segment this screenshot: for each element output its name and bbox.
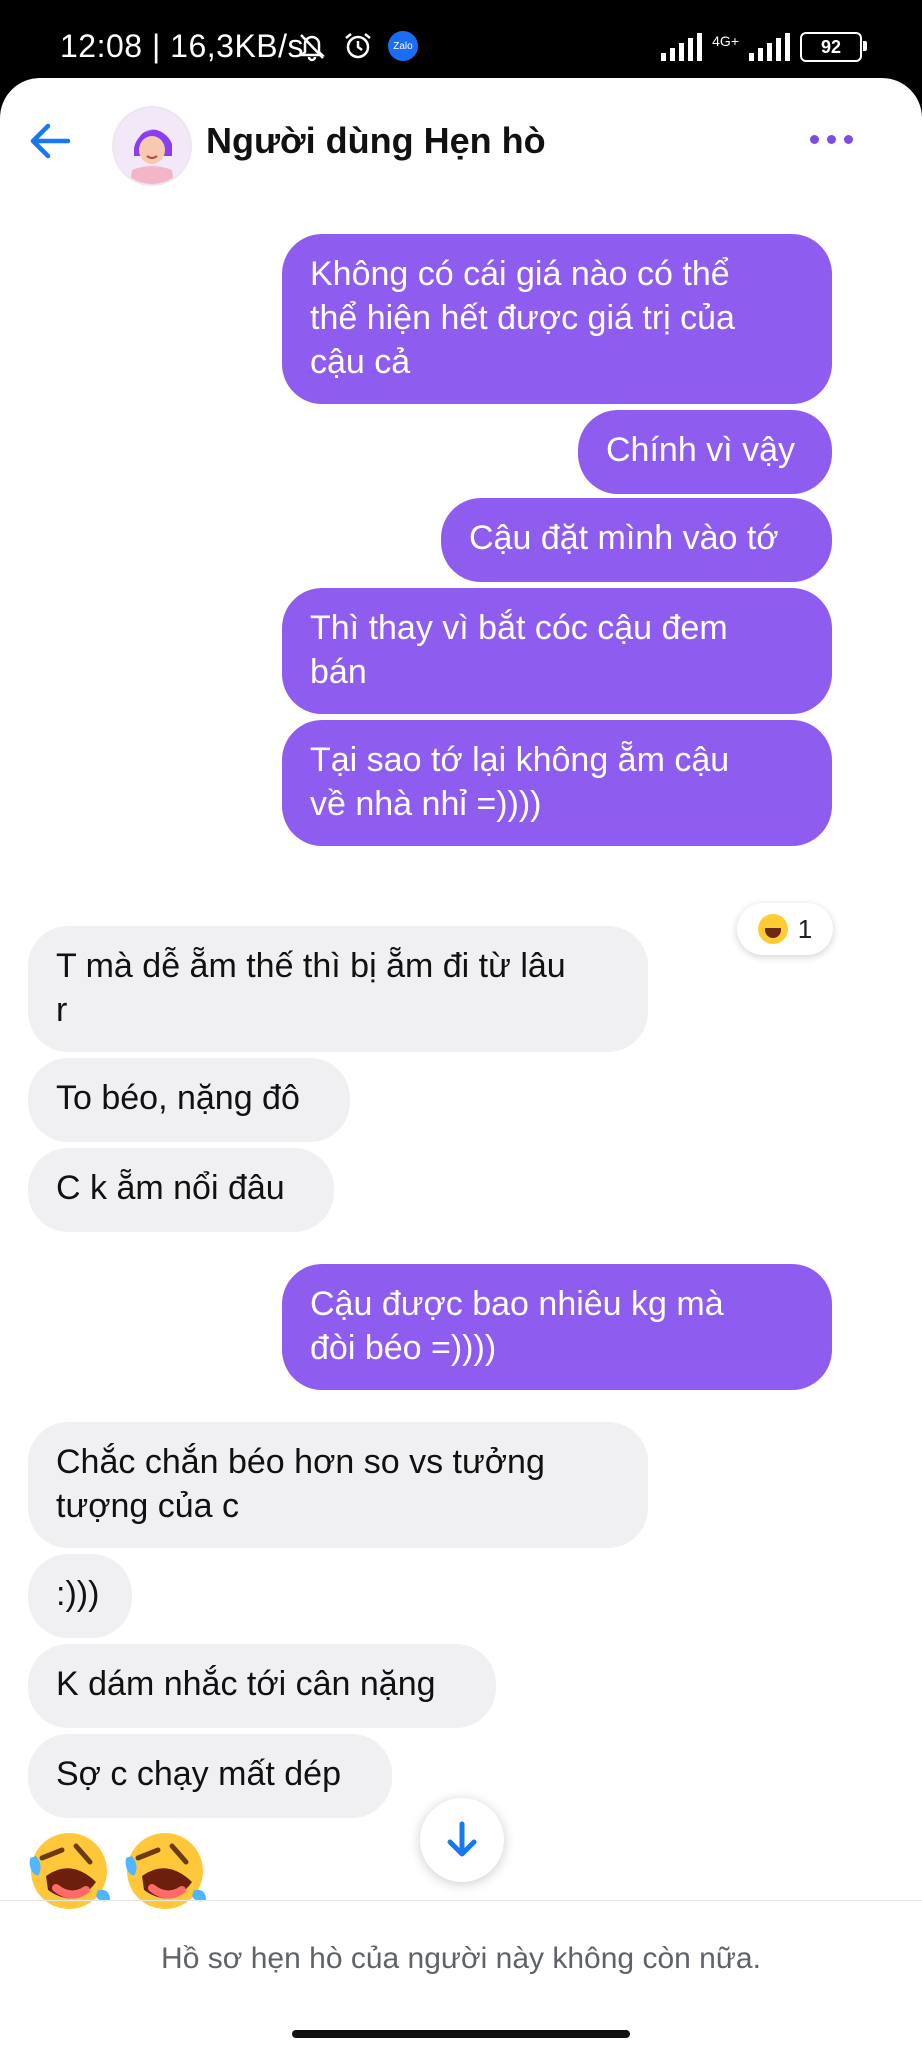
alarm-clock-icon (345, 33, 371, 59)
message-bubble-sent[interactable]: Tại sao tớ lại không ẵm cậu về nhà nhỉ =… (282, 720, 832, 846)
home-indicator[interactable] (292, 2030, 630, 2038)
dot-icon (810, 134, 819, 144)
sticker-row (26, 1828, 208, 1914)
scroll-to-bottom-button[interactable] (420, 1798, 504, 1882)
message-bubble-received[interactable]: To béo, nặng đô (28, 1058, 350, 1142)
avatar[interactable] (112, 106, 192, 186)
message-bubble-received[interactable]: C k ẵm nổi đâu (28, 1148, 334, 1232)
battery-icon: 92 (800, 32, 867, 62)
status-icons-right: 4G+ 92 (661, 32, 867, 62)
status-time: 12:08 | 16,3KB/s (60, 28, 305, 64)
signal-icon (661, 33, 703, 61)
muted-bell-icon (298, 34, 326, 62)
message-bubble-received[interactable]: T mà dễ ẵm thế thì bị ẵm đi từ lâu r (28, 926, 648, 1052)
rofl-emoji-icon[interactable] (122, 1828, 208, 1914)
rofl-emoji-icon[interactable] (26, 1828, 112, 1914)
dating-user-avatar-icon (130, 129, 174, 184)
message-bubble-received[interactable]: Sợ c chạy mất dép (28, 1734, 392, 1818)
message-reaction[interactable]: 1 (737, 903, 833, 955)
dot-icon (827, 134, 836, 144)
message-bubble-sent[interactable]: Thì thay vì bắt cóc cậu đem bán (282, 588, 832, 714)
status-icons-left: Zalo (296, 30, 418, 62)
message-bubble-sent[interactable]: Không có cái giá nào có thể thể hiện hết… (282, 234, 832, 404)
zalo-icon: Zalo (388, 31, 418, 61)
chat-header: Người dùng Hẹn hò (0, 78, 922, 208)
arrow-down-icon (447, 1821, 477, 1857)
message-bubble-sent[interactable]: Cậu được bao nhiêu kg mà đòi béo =)))) (282, 1264, 832, 1390)
laughing-emoji-icon (757, 914, 788, 944)
signal-2-icon (749, 33, 790, 61)
divider (0, 1900, 922, 1901)
message-bubble-sent[interactable]: Chính vì vậy (578, 410, 832, 494)
message-bubble-received[interactable]: Chắc chắn béo hơn so vs tưởng tượng của … (28, 1422, 648, 1548)
message-bubble-sent[interactable]: Cậu đặt mình vào tớ (441, 498, 832, 582)
battery-level: 92 (820, 36, 842, 57)
profile-unavailable-notice: Hồ sơ hẹn hò của người này không còn nữa… (161, 1942, 761, 1975)
network-type-label: 4G+ (712, 33, 739, 49)
page-title: Người dùng Hẹn hò (206, 120, 546, 161)
message-bubble-received[interactable]: K dám nhắc tới cân nặng (28, 1644, 496, 1728)
dot-icon (844, 134, 853, 144)
reaction-count: 1 (797, 913, 813, 944)
back-arrow-icon[interactable] (28, 118, 74, 164)
message-bubble-received[interactable]: :))) (28, 1554, 132, 1638)
chat-screen: Người dùng Hẹn hò Không có cái giá nào c… (0, 78, 922, 2048)
more-options-button[interactable] (810, 124, 860, 154)
